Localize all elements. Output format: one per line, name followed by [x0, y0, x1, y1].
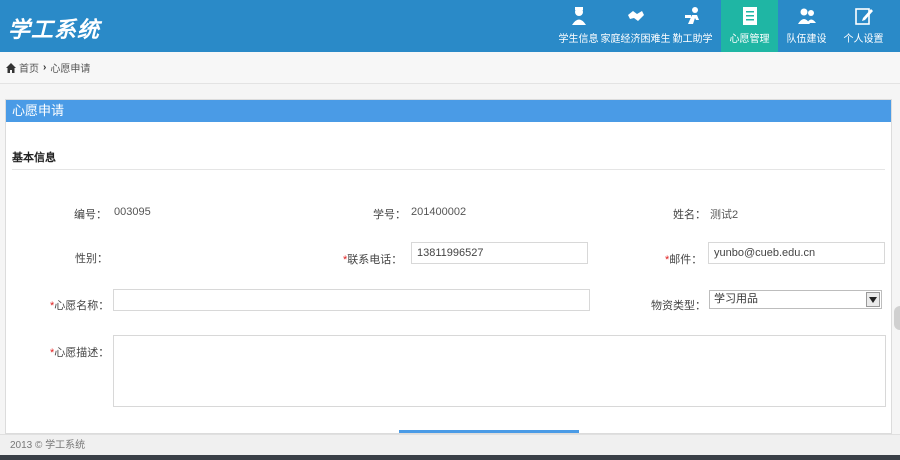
nav-label: 心愿管理 [729, 34, 770, 45]
name-label: 姓名： [673, 209, 706, 221]
email-field[interactable]: yunbo@cueb.edu.cn [708, 242, 885, 264]
nav-item-team-building[interactable]: 队伍建设 [778, 0, 835, 52]
submit-button[interactable] [399, 430, 579, 433]
email-label: *邮件： [665, 254, 703, 266]
wish-application-panel: 心愿申请 基本信息 编号： 003095 学号： 201400002 姓名： 测… [5, 99, 892, 434]
category-label: 物资类型： [651, 300, 706, 312]
nav-item-student-info[interactable]: 学生信息 [550, 0, 607, 52]
description-textarea[interactable] [113, 335, 886, 407]
category-selected-value: 学习用品 [714, 293, 758, 305]
nav-label: 勤工助学 [672, 34, 713, 45]
student-icon [571, 7, 586, 25]
nav-label: 队伍建设 [786, 34, 827, 45]
nav-label: 个人设置 [843, 34, 884, 45]
breadcrumb-current: 心愿申请 [50, 64, 91, 75]
team-icon [797, 8, 816, 24]
description-label: *心愿描述： [50, 347, 110, 359]
worker-icon [684, 7, 699, 24]
nav-label: 学生信息 [558, 34, 599, 45]
wish-name-label: *心愿名称： [50, 300, 110, 312]
nav-item-wish-management[interactable]: 心愿管理 [721, 0, 778, 59]
phone-label: *联系电话： [343, 254, 403, 266]
wish-name-field[interactable] [113, 289, 590, 311]
nav-label: 家庭经济困难生 [600, 34, 671, 45]
scrollbar-handle[interactable] [894, 306, 900, 330]
phone-field[interactable]: 13811996527 [411, 242, 588, 264]
student-no-label: 学号： [373, 209, 406, 221]
student-no-value: 201400002 [411, 206, 467, 218]
breadcrumb-home-link[interactable]: 首页 [19, 60, 39, 75]
category-select[interactable]: 学习用品 [709, 290, 882, 309]
gender-label: 性别： [75, 253, 108, 265]
nav-item-work-study[interactable]: 勤工助学 [664, 0, 721, 52]
app-title: 学工系统 [8, 18, 101, 43]
top-header: 学工系统 学生信息 家庭经济困难生 勤工助学 心愿管理 队伍建设 个人设置 [0, 0, 900, 59]
dropdown-arrow-icon[interactable] [866, 292, 880, 307]
nav-item-financial-aid[interactable]: 家庭经济困难生 [601, 0, 671, 52]
id-label: 编号： [74, 209, 107, 221]
breadcrumb: 首页 › 心愿申请 [0, 52, 900, 84]
panel-title: 心愿申请 [6, 100, 891, 122]
section-divider [12, 169, 885, 170]
name-value: 测试2 [710, 209, 739, 221]
os-taskbar [0, 455, 900, 460]
id-value: 003095 [114, 206, 151, 218]
nav-item-personal-settings[interactable]: 个人设置 [835, 0, 892, 52]
main-nav: 学生信息 家庭经济困难生 勤工助学 心愿管理 队伍建设 个人设置 [550, 0, 892, 59]
home-icon [6, 62, 16, 73]
breadcrumb-separator-icon: › [43, 62, 47, 73]
document-icon [742, 7, 757, 25]
section-title: 基本信息 [12, 152, 56, 164]
edit-icon [854, 8, 873, 25]
handshake-icon [627, 11, 644, 21]
